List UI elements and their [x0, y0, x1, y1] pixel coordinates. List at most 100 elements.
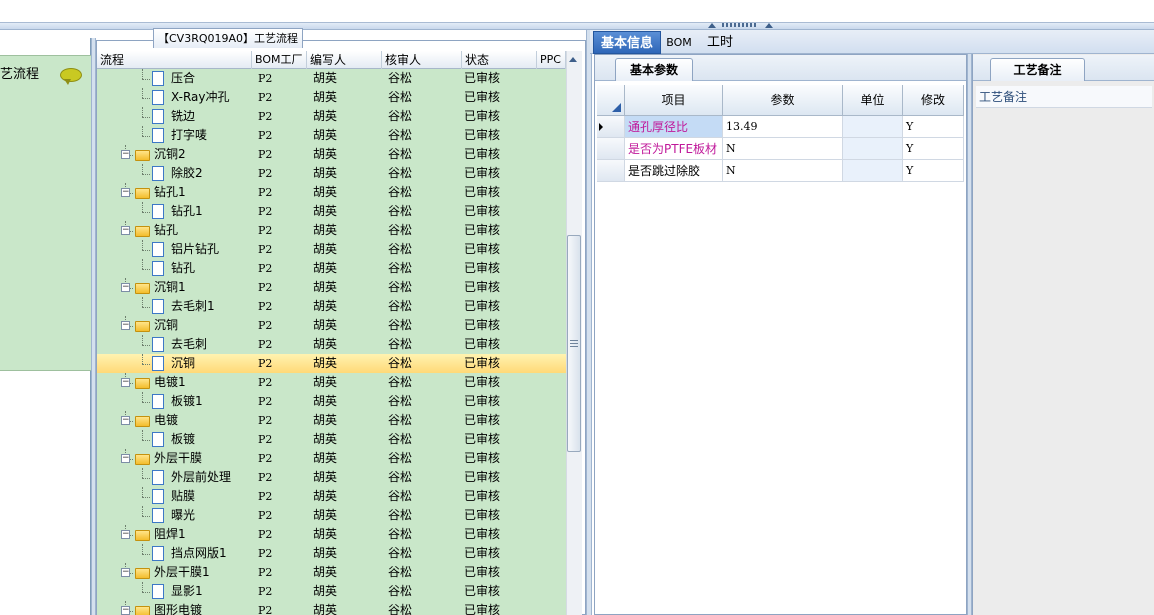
- param-row[interactable]: 通孔厚径比 13.49 Y: [597, 116, 964, 138]
- collapse-up-icon[interactable]: [765, 23, 773, 28]
- left-nav-item-box[interactable]: [0, 55, 91, 371]
- tree-row[interactable]: 板镀 P2 胡英 谷松 已审核: [97, 430, 566, 449]
- param-modify-cell[interactable]: Y: [903, 138, 964, 160]
- status-cell: 已审核: [464, 90, 501, 104]
- tree-row[interactable]: 去毛刺1 P2 胡英 谷松 已审核: [97, 297, 566, 316]
- param-row[interactable]: 是否为PTFE板材 N Y: [597, 138, 964, 160]
- tab-bom[interactable]: BOM: [664, 31, 694, 54]
- document-icon: [152, 128, 164, 143]
- bom-factory-cell: P2: [258, 300, 273, 313]
- collapse-toggle-icon[interactable]: −: [121, 606, 130, 615]
- tab-work-hours[interactable]: 工时: [700, 31, 740, 54]
- collapse-toggle-icon[interactable]: −: [121, 226, 130, 235]
- tree-row[interactable]: 外层前处理 P2 胡英 谷松 已审核: [97, 468, 566, 487]
- tree-row[interactable]: − 钻孔1 P2 胡英 谷松 已审核: [97, 183, 566, 202]
- param-value-cell[interactable]: 13.49: [723, 116, 843, 138]
- param-unit-cell[interactable]: [843, 160, 903, 182]
- middle-splitter[interactable]: [586, 30, 592, 615]
- row-header[interactable]: [597, 116, 625, 138]
- param-unit-cell[interactable]: [843, 138, 903, 160]
- row-header[interactable]: [597, 138, 625, 160]
- tree-connector-line: [142, 506, 143, 516]
- writer-cell: 胡英: [313, 432, 338, 446]
- col-header-status[interactable]: 状态: [462, 51, 537, 69]
- col-header-ppc[interactable]: PPC: [537, 51, 566, 69]
- param-value-cell[interactable]: N: [723, 160, 843, 182]
- tree-row[interactable]: 除胶2 P2 胡英 谷松 已审核: [97, 164, 566, 183]
- tree-row[interactable]: − 电镀1 P2 胡英 谷松 已审核: [97, 373, 566, 392]
- tree-row[interactable]: 沉铜 P2 胡英 谷松 已审核: [97, 354, 566, 373]
- tree-row[interactable]: 钻孔1 P2 胡英 谷松 已审核: [97, 202, 566, 221]
- status-cell: 已审核: [464, 527, 501, 541]
- tree-row[interactable]: 铣边 P2 胡英 谷松 已审核: [97, 107, 566, 126]
- collapse-toggle-icon[interactable]: −: [121, 568, 130, 577]
- reviewer-cell: 谷松: [388, 204, 413, 218]
- collapse-toggle-icon[interactable]: −: [121, 283, 130, 292]
- tree-row[interactable]: − 外层干膜 P2 胡英 谷松 已审核: [97, 449, 566, 468]
- tree-connector-line: [142, 174, 150, 175]
- collapse-toggle-icon[interactable]: −: [121, 150, 130, 159]
- tree-row[interactable]: 钻孔 P2 胡英 谷松 已审核: [97, 259, 566, 278]
- tree-row[interactable]: 去毛刺 P2 胡英 谷松 已审核: [97, 335, 566, 354]
- param-row[interactable]: 是否跳过除胶 N Y: [597, 160, 964, 182]
- collapse-up-icon[interactable]: [708, 23, 716, 28]
- collapse-toggle-icon[interactable]: −: [121, 378, 130, 387]
- status-cell: 已审核: [464, 71, 501, 85]
- param-modify-cell[interactable]: Y: [903, 116, 964, 138]
- collapse-toggle-icon[interactable]: −: [121, 454, 130, 463]
- collapse-toggle-icon[interactable]: −: [121, 321, 130, 330]
- tree-row[interactable]: − 沉铜 P2 胡英 谷松 已审核: [97, 316, 566, 335]
- splitter-grip[interactable]: [722, 23, 756, 27]
- top-blank-area: [0, 0, 1154, 22]
- tree-connector-line: [142, 107, 143, 117]
- bom-factory-cell: P2: [258, 224, 273, 237]
- param-unit-cell[interactable]: [843, 116, 903, 138]
- collapse-toggle-icon[interactable]: −: [121, 416, 130, 425]
- grid-header-item[interactable]: 项目: [625, 85, 723, 116]
- bom-factory-cell: P2: [258, 338, 273, 351]
- tree-row[interactable]: 显影1 P2 胡英 谷松 已审核: [97, 582, 566, 601]
- collapse-toggle-icon[interactable]: −: [121, 188, 130, 197]
- reviewer-cell: 谷松: [388, 508, 413, 522]
- document-icon: [152, 546, 164, 561]
- tree-row[interactable]: 挡点网版1 P2 胡英 谷松 已审核: [97, 544, 566, 563]
- tree-node-label: 沉铜: [154, 318, 179, 332]
- tree-row[interactable]: − 电镀 P2 胡英 谷松 已审核: [97, 411, 566, 430]
- tree-row[interactable]: 贴膜 P2 胡英 谷松 已审核: [97, 487, 566, 506]
- tree-row[interactable]: 铝片钻孔 P2 胡英 谷松 已审核: [97, 240, 566, 259]
- tree-row[interactable]: 打字唛 P2 胡英 谷松 已审核: [97, 126, 566, 145]
- col-header-bom[interactable]: BOM工厂: [252, 51, 307, 69]
- scroll-up-arrow-icon[interactable]: [569, 57, 577, 62]
- param-value-cell[interactable]: N: [723, 138, 843, 160]
- tree-row[interactable]: − 钻孔 P2 胡英 谷松 已审核: [97, 221, 566, 240]
- tree-row[interactable]: − 图形电镀 P2 胡英 谷松 已审核: [97, 601, 566, 615]
- tree-row[interactable]: − 沉铜2 P2 胡英 谷松 已审核: [97, 145, 566, 164]
- left-nav-title[interactable]: 艺流程: [0, 60, 60, 90]
- grid-header-value[interactable]: 参数: [723, 85, 843, 116]
- col-header-writer[interactable]: 编写人: [307, 51, 382, 69]
- tree-row[interactable]: 压合 P2 胡英 谷松 已审核: [97, 69, 566, 88]
- col-header-reviewer[interactable]: 核审人: [382, 51, 462, 69]
- col-header-process[interactable]: 流程: [97, 51, 252, 69]
- tab-process-notes[interactable]: 工艺备注: [990, 58, 1085, 81]
- tree-row[interactable]: X-Ray冲孔 P2 胡英 谷松 已审核: [97, 88, 566, 107]
- tree-node-label: 去毛刺1: [171, 299, 215, 313]
- tree-row[interactable]: − 沉铜1 P2 胡英 谷松 已审核: [97, 278, 566, 297]
- reviewer-cell: 谷松: [388, 71, 413, 85]
- tab-basic-params[interactable]: 基本参数: [615, 58, 693, 81]
- current-row-indicator-icon: [599, 123, 603, 131]
- reviewer-cell: 谷松: [388, 394, 413, 408]
- tab-basic-info[interactable]: 基本信息: [593, 31, 661, 54]
- document-icon: [152, 356, 164, 371]
- tree-row[interactable]: − 外层干膜1 P2 胡英 谷松 已审核: [97, 563, 566, 582]
- collapse-toggle-icon[interactable]: −: [121, 530, 130, 539]
- tree-row[interactable]: 板镀1 P2 胡英 谷松 已审核: [97, 392, 566, 411]
- row-header[interactable]: [597, 160, 625, 182]
- param-modify-cell[interactable]: Y: [903, 160, 964, 182]
- status-cell: 已审核: [464, 375, 501, 389]
- grid-header-unit[interactable]: 单位: [843, 85, 903, 116]
- process-tab-label[interactable]: 【CV3RQ019A0】工艺流程: [153, 28, 303, 48]
- tree-row[interactable]: 曝光 P2 胡英 谷松 已审核: [97, 506, 566, 525]
- tree-row[interactable]: − 阻焊1 P2 胡英 谷松 已审核: [97, 525, 566, 544]
- grid-header-modify[interactable]: 修改: [903, 85, 964, 116]
